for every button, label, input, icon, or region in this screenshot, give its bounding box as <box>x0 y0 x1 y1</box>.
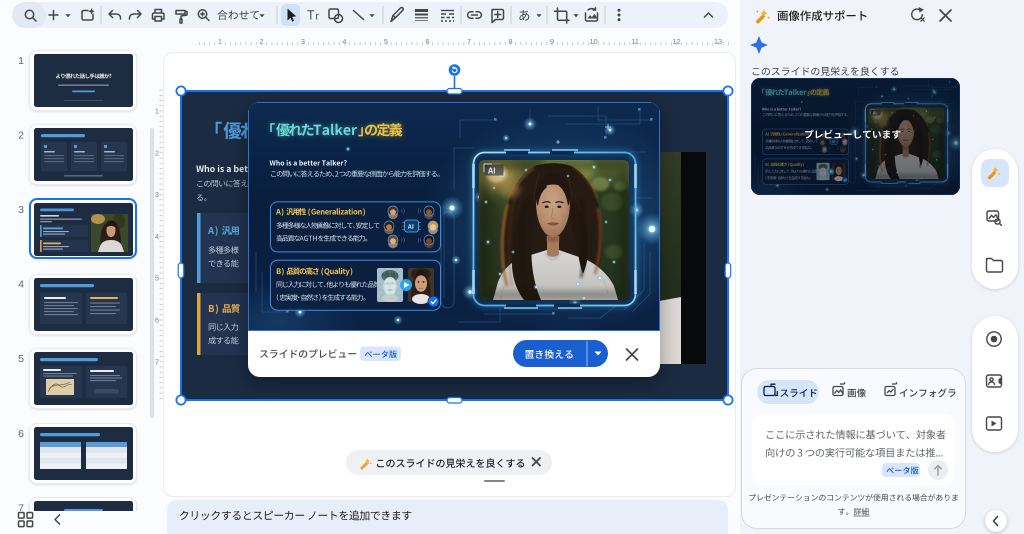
svg-text:3: 3 <box>155 190 159 199</box>
svg-text:1: 1 <box>18 55 24 67</box>
svg-text:3: 3 <box>18 204 24 216</box>
svg-text:5: 5 <box>155 274 159 283</box>
svg-text:4: 4 <box>155 232 159 241</box>
svg-text:2: 2 <box>155 148 159 157</box>
svg-text:5: 5 <box>18 353 24 365</box>
svg-text:6: 6 <box>155 316 159 325</box>
svg-text:2: 2 <box>18 129 24 141</box>
svg-text:4: 4 <box>18 279 24 291</box>
svg-text:1: 1 <box>155 107 159 116</box>
svg-text:7: 7 <box>155 357 159 366</box>
svg-text:6: 6 <box>18 428 24 440</box>
